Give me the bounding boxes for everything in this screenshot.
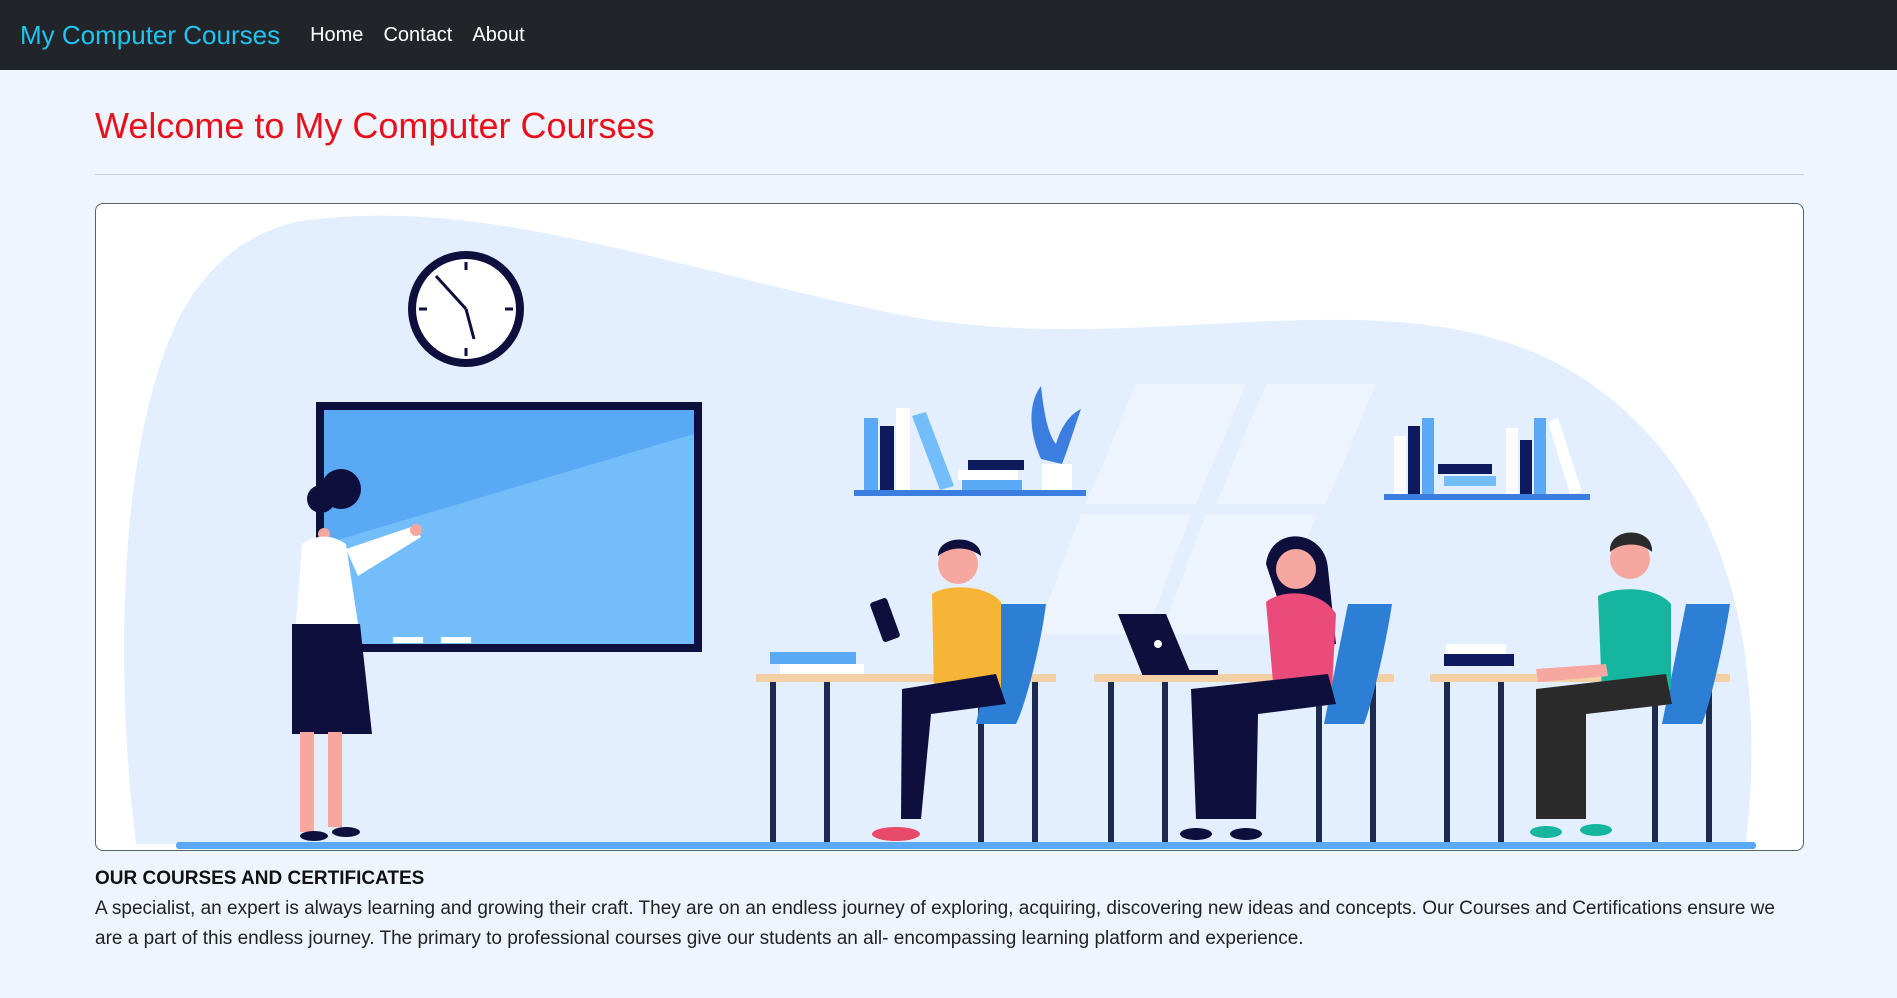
brand-link[interactable]: My Computer Courses bbox=[20, 20, 280, 51]
divider bbox=[95, 174, 1804, 175]
nav-about-link[interactable]: About bbox=[472, 24, 524, 47]
page-title: Welcome to My Computer Courses bbox=[95, 105, 655, 146]
section-title: OUR COURSES AND CERTIFICATES bbox=[95, 868, 425, 889]
main-container: Welcome to My Computer Courses OUR COURS… bbox=[95, 70, 1804, 949]
navbar: My Computer Courses Home Contact About bbox=[0, 0, 1897, 70]
nav-contact-link[interactable]: Contact bbox=[383, 24, 452, 47]
nav-home-link[interactable]: Home bbox=[310, 24, 363, 47]
hero-illustration bbox=[95, 203, 1804, 851]
clock-icon bbox=[408, 251, 524, 367]
section-text: A specialist, an expert is always learni… bbox=[95, 898, 1775, 949]
